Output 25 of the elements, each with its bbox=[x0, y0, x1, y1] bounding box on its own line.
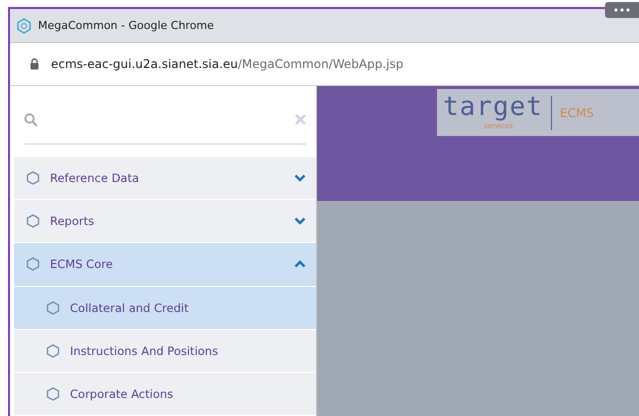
address-url[interactable]: ecms-eac-gui.u2a.sianet.sia.eu/MegaCommon/WebApp.jsp bbox=[51, 57, 404, 71]
menu-item[interactable]: Collateral and Credit bbox=[14, 286, 316, 330]
dots-icon bbox=[614, 8, 630, 12]
menu-item[interactable]: ECMS Core bbox=[14, 243, 316, 287]
more-button[interactable] bbox=[605, 2, 639, 18]
hexagon-icon bbox=[26, 257, 40, 272]
lock-icon bbox=[30, 58, 39, 70]
menu-item[interactable]: Instructions And Positions bbox=[14, 330, 316, 373]
menu-item[interactable]: Reports bbox=[14, 200, 316, 244]
hexagon-icon bbox=[46, 344, 60, 358]
menu-item[interactable]: Corporate Actions bbox=[14, 372, 316, 416]
logo-product: ECMS bbox=[560, 106, 594, 120]
close-icon[interactable] bbox=[295, 114, 306, 126]
hexagon-icon bbox=[26, 214, 40, 228]
hexagon-icon bbox=[26, 171, 40, 186]
logo-word: target bbox=[443, 95, 543, 119]
menu-item[interactable]: Reference Data bbox=[14, 157, 316, 200]
chevron-up-icon bbox=[294, 260, 306, 268]
hexagon-icon bbox=[46, 386, 60, 401]
search-icon bbox=[24, 112, 38, 127]
hexagon-icon bbox=[46, 300, 60, 315]
app-icon bbox=[16, 18, 32, 34]
chevron-down-icon bbox=[294, 174, 306, 182]
window-title: MegaCommon - Google Chrome bbox=[38, 19, 214, 32]
chevron-down-icon bbox=[294, 217, 306, 226]
